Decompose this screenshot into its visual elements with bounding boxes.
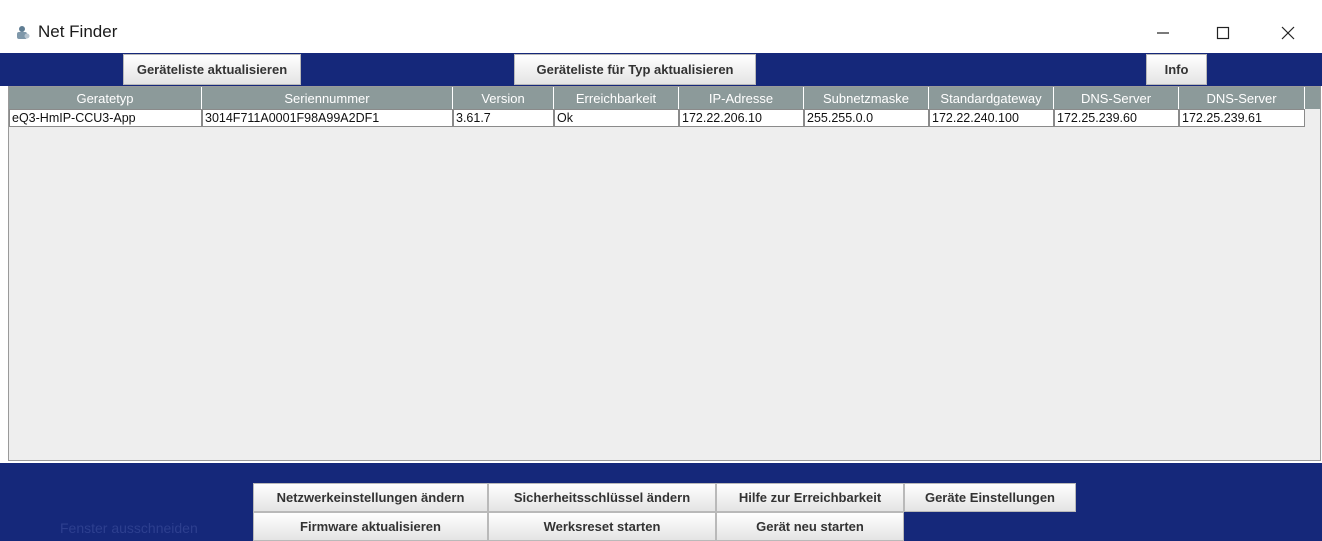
change-network-settings-button[interactable]: Netzwerkeinstellungen ändern	[253, 483, 488, 512]
cell-serial: 3014F711A0001F98A99A2DF1	[202, 109, 453, 127]
window-title: Net Finder	[38, 22, 118, 41]
cell-ip-address: 172.22.206.10	[679, 109, 804, 127]
maximize-icon	[1216, 26, 1230, 40]
info-button[interactable]: Info	[1146, 54, 1207, 85]
toolbar: Geräteliste aktualisieren Geräteliste fü…	[0, 53, 1322, 86]
maximize-button[interactable]	[1203, 14, 1243, 52]
device-settings-button[interactable]: Geräte Einstellungen	[904, 483, 1076, 512]
close-button[interactable]	[1268, 14, 1308, 52]
column-header-version[interactable]: Version	[453, 87, 554, 109]
hint-text: Fenster ausschneiden	[60, 520, 198, 536]
action-bar: Fenster ausschneiden Netzwerkeinstellung…	[0, 463, 1322, 541]
column-header-dns-server-2[interactable]: DNS-Server	[1179, 87, 1305, 109]
column-header-subnet-mask[interactable]: Subnetzmaske	[804, 87, 929, 109]
cell-version: 3.61.7	[453, 109, 554, 127]
cell-device-type: eQ3-HmIP-CCU3-App	[9, 109, 202, 127]
cell-subnet-mask: 255.255.0.0	[804, 109, 929, 127]
column-header-device-type[interactable]: Geratetyp	[9, 87, 202, 109]
table-header: Geratetyp Seriennummer Version Erreichba…	[9, 87, 1320, 109]
reachability-help-button[interactable]: Hilfe zur Erreichbarkeit	[716, 483, 904, 512]
minimize-button[interactable]	[1143, 14, 1183, 52]
cell-dns-server-1: 172.25.239.60	[1054, 109, 1179, 127]
factory-reset-button[interactable]: Werksreset starten	[488, 512, 716, 541]
network-finder-icon	[15, 25, 31, 41]
device-table: Geratetyp Seriennummer Version Erreichba…	[8, 86, 1321, 461]
minimize-icon	[1157, 32, 1169, 34]
column-header-ip-address[interactable]: IP-Adresse	[679, 87, 804, 109]
refresh-device-list-button[interactable]: Geräteliste aktualisieren	[123, 54, 301, 85]
column-header-dns-server-1[interactable]: DNS-Server	[1054, 87, 1179, 109]
refresh-by-type-button[interactable]: Geräteliste für Typ aktualisieren	[514, 54, 756, 85]
column-header-gateway[interactable]: Standardgateway	[929, 87, 1054, 109]
cell-dns-server-2: 172.25.239.61	[1179, 109, 1305, 127]
close-icon	[1281, 26, 1295, 40]
restart-device-button[interactable]: Gerät neu starten	[716, 512, 904, 541]
column-header-reachability[interactable]: Erreichbarkeit	[554, 87, 679, 109]
cell-reachability: Ok	[554, 109, 679, 127]
cell-gateway: 172.22.240.100	[929, 109, 1054, 127]
column-header-serial[interactable]: Seriennummer	[202, 87, 453, 109]
title-bar: Net Finder	[0, 0, 1322, 53]
table-row[interactable]: eQ3-HmIP-CCU3-App 3014F711A0001F98A99A2D…	[9, 109, 1305, 127]
firmware-update-button[interactable]: Firmware aktualisieren	[253, 512, 488, 541]
change-security-key-button[interactable]: Sicherheitsschlüssel ändern	[488, 483, 716, 512]
